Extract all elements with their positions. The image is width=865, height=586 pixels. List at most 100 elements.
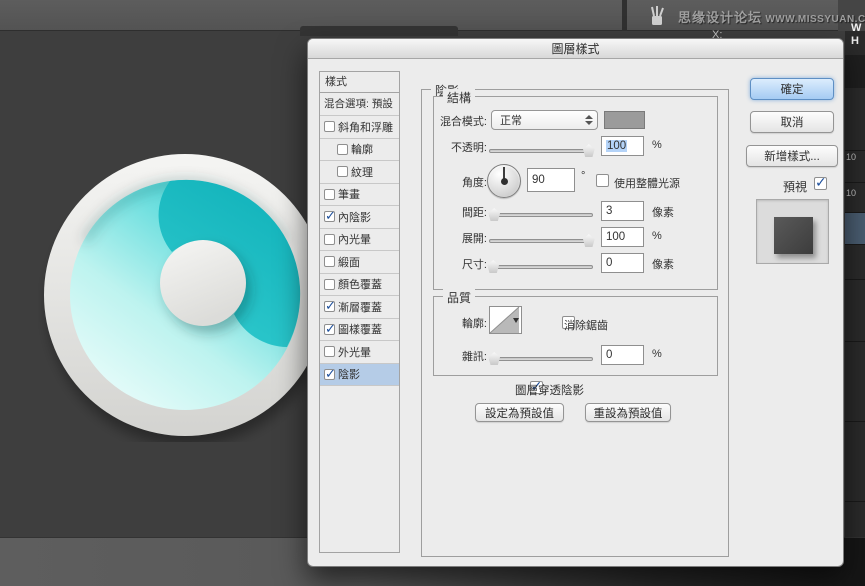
ok-label: 確定	[781, 81, 804, 97]
spread-unit: %	[652, 230, 662, 242]
style-checkbox[interactable]	[324, 324, 335, 335]
style-list-item[interactable]: 陰影	[320, 364, 399, 387]
size-unit: 像素	[652, 256, 674, 272]
height-label: H	[851, 35, 859, 47]
noise-field[interactable]: 0	[601, 345, 644, 365]
style-label: 漸層覆蓋	[338, 299, 382, 315]
opacity-field[interactable]: 100	[601, 136, 644, 156]
style-checkbox[interactable]	[337, 166, 348, 177]
style-checkbox[interactable]	[337, 144, 348, 155]
yin-yang-icon-artwork	[38, 148, 332, 442]
spread-slider[interactable]	[489, 234, 593, 247]
style-label: 輪廓	[351, 141, 373, 157]
angle-unit: °	[581, 170, 585, 182]
angle-dial[interactable]	[487, 164, 521, 198]
size-slider[interactable]	[489, 260, 593, 273]
opacity-value: 100	[606, 140, 627, 152]
angle-field[interactable]: 90	[527, 168, 575, 192]
preview-checkbox[interactable]	[814, 177, 827, 190]
brush-cup-icon	[646, 4, 668, 28]
style-list-item[interactable]: 顏色覆蓋	[320, 274, 399, 297]
style-checkbox[interactable]	[324, 279, 335, 290]
distance-value: 3	[606, 205, 612, 217]
reset-default-button[interactable]: 重設為預設值	[585, 403, 671, 422]
preview-thumbnail	[774, 217, 813, 254]
contour-label: 輪廓:	[426, 315, 487, 331]
quality-legend: 品質	[443, 289, 475, 306]
watermark-site-name: 思缘设计论坛	[678, 10, 762, 25]
contour-picker[interactable]	[489, 306, 522, 334]
ok-button[interactable]: 確定	[750, 78, 834, 100]
noise-label: 雜訊:	[426, 348, 487, 364]
make-default-button[interactable]: 設定為預設值	[475, 403, 564, 422]
styles-list: 斜角和浮雕輪廓紋理筆畫內陰影內光暈緞面顏色覆蓋漸層覆蓋圖樣覆蓋外光暈陰影	[320, 116, 399, 386]
blend-mode-dropdown[interactable]: 正常	[491, 110, 598, 130]
style-checkbox[interactable]	[324, 234, 335, 245]
size-label: 尺寸:	[426, 256, 487, 272]
style-list-item[interactable]: 斜角和浮雕	[320, 116, 399, 139]
cancel-label: 取消	[781, 114, 804, 130]
blend-mode-label: 混合模式:	[426, 113, 487, 129]
styles-header: 樣式	[320, 72, 399, 93]
style-checkbox[interactable]	[324, 189, 335, 200]
knockout-label: 圖層穿透陰影	[515, 382, 584, 398]
style-list-item[interactable]: 緞面	[320, 251, 399, 274]
dialog-titlebar[interactable]: 圖層樣式	[308, 39, 843, 59]
style-label: 圖樣覆蓋	[338, 321, 382, 337]
size-field[interactable]: 0	[601, 253, 644, 273]
style-list-item[interactable]: 紋理	[320, 161, 399, 184]
dialog-title: 圖層樣式	[551, 42, 599, 56]
new-style-button[interactable]: 新增樣式...	[746, 145, 838, 167]
noise-slider[interactable]	[489, 352, 593, 365]
style-label: 內光暈	[338, 231, 371, 247]
style-list-item[interactable]: 漸層覆蓋	[320, 296, 399, 319]
blending-options-item[interactable]: 混合選項: 預設	[320, 93, 399, 116]
distance-slider[interactable]	[489, 208, 593, 221]
slider-handle[interactable]	[487, 260, 500, 273]
width-label: W	[851, 22, 861, 34]
spread-label: 展開:	[426, 230, 487, 246]
style-checkbox[interactable]	[324, 121, 335, 132]
style-checkbox[interactable]	[324, 301, 335, 312]
opacity-unit: %	[652, 139, 662, 151]
distance-field[interactable]: 3	[601, 201, 644, 221]
style-label: 斜角和浮雕	[338, 119, 393, 135]
panel-truncated-value: 10	[846, 188, 856, 198]
preview-label: 預視	[783, 178, 807, 195]
spread-field[interactable]: 100	[601, 227, 644, 247]
style-list-item[interactable]: 圖樣覆蓋	[320, 319, 399, 342]
style-label: 陰影	[338, 366, 360, 382]
shadow-color-swatch[interactable]	[604, 111, 645, 129]
anti-alias-label: 消除鋸齒	[564, 317, 608, 333]
style-checkbox[interactable]	[324, 211, 335, 222]
structure-legend: 結構	[443, 89, 475, 106]
watermark: 思缘设计论坛 WWW.MISSYUAN.COM	[678, 7, 863, 26]
photoshop-screen: 思缘设计论坛 WWW.MISSYUAN.COM X:	[0, 0, 865, 586]
style-checkbox[interactable]	[324, 369, 335, 380]
style-checkbox[interactable]	[324, 346, 335, 357]
opacity-slider[interactable]	[489, 144, 593, 157]
style-label: 筆畫	[338, 186, 360, 202]
global-light-label: 使用整體光源	[614, 175, 680, 191]
style-list-item[interactable]: 筆畫	[320, 184, 399, 207]
style-list-item[interactable]: 內陰影	[320, 206, 399, 229]
distance-label: 間距:	[426, 204, 487, 220]
style-list-item[interactable]: 內光暈	[320, 229, 399, 252]
global-light-checkbox[interactable]	[596, 174, 609, 187]
cancel-button[interactable]: 取消	[750, 111, 834, 133]
contour-dropdown-arrow-icon[interactable]	[513, 318, 519, 323]
panels-strip: 10 10	[845, 31, 865, 586]
popup-arrows-icon	[583, 115, 597, 125]
style-list-item[interactable]: 外光暈	[320, 341, 399, 364]
style-checkbox[interactable]	[324, 256, 335, 267]
style-list-item[interactable]: 輪廓	[320, 139, 399, 162]
distance-unit: 像素	[652, 204, 674, 220]
opacity-label: 不透明:	[426, 139, 487, 155]
style-label: 內陰影	[338, 209, 371, 225]
reset-default-label: 重設為預設值	[594, 405, 663, 421]
angle-value: 90	[532, 174, 545, 186]
style-label: 外光暈	[338, 344, 371, 360]
slider-handle[interactable]	[488, 352, 501, 365]
panel-selected-row[interactable]	[845, 212, 865, 245]
slider-handle[interactable]	[488, 208, 501, 221]
